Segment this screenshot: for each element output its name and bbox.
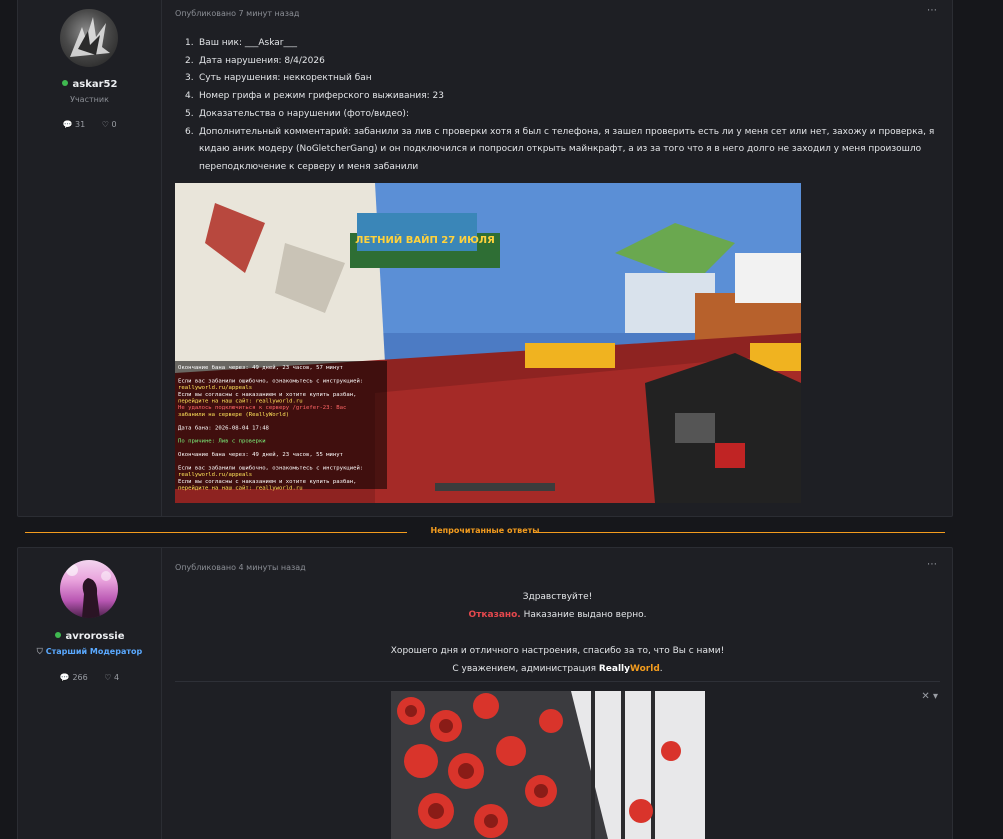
moderator-reply: Здравствуйте! Отказано. Наказание выдано…	[163, 588, 952, 678]
brand-world: World	[630, 664, 660, 674]
appeal-form-list: 1. Ваш ник: ___Askar___ 2. Дата нарушения: …	[185, 35, 945, 177]
brand-really: Really	[598, 664, 630, 674]
chat-line: перейдите на наш сайт: reallyworld.ru	[178, 399, 303, 405]
appeal-item: 2. Дата нарушения: 8/4/2026	[185, 55, 325, 66]
appeal-item: 6. Дополнительный комментарий: забанили з…	[185, 126, 935, 172]
appeal-item: 1. Ваш ник: ___Askar___	[185, 38, 297, 48]
more-options-icon[interactable]: ⋯	[927, 559, 937, 570]
banner-text: ЛЕТНИЙ ВАЙП 27 ИЮЛЯ	[355, 233, 495, 246]
unread-label: Непрочитанные ответы	[430, 526, 540, 535]
post-avrorossie: avrorossie ⛉ Старший Модератор 💬 266 ♡ 4 …	[17, 547, 953, 839]
chat-line: Если вас забанили ошибочно, ознакомьтесь…	[178, 465, 363, 472]
chat-line: reallyworld.ru/appeals	[178, 472, 252, 478]
appeal-item: 5. Доказательства о нарушении (фото/видео…	[185, 108, 409, 119]
reply-greeting: Здравствуйте!	[522, 592, 593, 602]
user-role: Участник	[70, 95, 109, 104]
comment-count: 💬 31	[62, 120, 86, 129]
comment-count: 💬 266	[59, 673, 88, 682]
like-count: ♡ 4	[104, 673, 120, 682]
chat-line: забанили на сервере (ReallyWorld)	[178, 411, 289, 418]
post-content: Опубликовано 7 минут назад ⋯ 1. Ваш ник: …	[163, 0, 952, 516]
post-timestamp[interactable]: Опубликовано 7 минут назад	[175, 9, 299, 18]
verdict-denied: Отказано.	[468, 610, 521, 620]
minecraft-screenshot[interactable]: ЛЕТНИЙ ВАЙП 27 ИЮЛЯ Окончание бана через…	[175, 183, 801, 503]
shield-icon: ⛉	[36, 647, 43, 656]
signature-controls[interactable]: ✕ ▾	[921, 691, 938, 702]
post-askar52: askar52 Участник 💬 31 ♡ 0 Опубликовано 7…	[17, 0, 953, 517]
reply-verdict-line: Отказано. Наказание выдано верно.	[468, 610, 647, 620]
like-count: ♡ 0	[101, 120, 117, 129]
username[interactable]: avrorossie	[18, 631, 161, 642]
post-timestamp[interactable]: Опубликовано 4 минуты назад	[175, 563, 306, 572]
user-stats: 💬 31 ♡ 0	[18, 120, 161, 129]
comment-icon: 💬	[59, 673, 70, 682]
user-stats: 💬 266 ♡ 4	[18, 673, 161, 682]
chat-line: Окончание бана через: 49 дней, 23 часов,…	[178, 364, 343, 371]
appeal-item: 4. Номер грифа и режим гриферского выжива…	[185, 91, 445, 102]
username[interactable]: askar52	[18, 79, 161, 90]
chat-line: Если вы согласны с наказанием и хотите к…	[178, 391, 357, 398]
signature-image	[391, 691, 705, 839]
post-content: Опубликовано 4 минуты назад ⋯ Здравствуй…	[163, 548, 952, 839]
chat-line: Окончание бана через: 49 дней, 23 часов,…	[178, 451, 343, 458]
user-role: ⛉ Старший Модератор	[36, 647, 143, 656]
chat-line: Если вас забанили ошибочно, ознакомьтесь…	[178, 377, 363, 384]
comment-icon: 💬	[62, 120, 73, 129]
chat-line: Не удалось подключиться к серверу /grief…	[178, 405, 346, 411]
chat-line: перейдите на наш сайт: reallyworld.ru	[178, 486, 303, 492]
more-options-icon[interactable]: ⋯	[927, 5, 937, 16]
avatar[interactable]	[60, 9, 118, 67]
chat-line: Дата бана: 2026-08-04 17:48	[178, 424, 270, 431]
reply-signoff: С уважением, администрация ReallyWorld.	[452, 664, 663, 674]
appeal-item: 3. Суть нарушения: неккоректный бан	[185, 73, 372, 84]
author-panel: avrorossie ⛉ Старший Модератор 💬 266 ♡ 4	[18, 548, 162, 839]
avatar[interactable]	[60, 560, 118, 618]
author-panel: askar52 Участник 💬 31 ♡ 0	[18, 0, 162, 516]
unread-divider: Непрочитанные ответы	[25, 526, 945, 538]
chat-line: Если вы согласны с наказанием и хотите к…	[178, 478, 357, 485]
online-indicator	[61, 80, 68, 86]
signature-separator	[175, 681, 940, 682]
heart-icon: ♡	[104, 673, 112, 682]
online-indicator	[54, 632, 61, 638]
heart-icon: ♡	[101, 120, 109, 129]
reply-closing: Хорошего дня и отличного настроения, спа…	[390, 646, 725, 656]
chat-line: По причине: Лив с проверки	[178, 439, 266, 445]
chat-line: reallyworld.ru/appeals	[178, 385, 252, 391]
